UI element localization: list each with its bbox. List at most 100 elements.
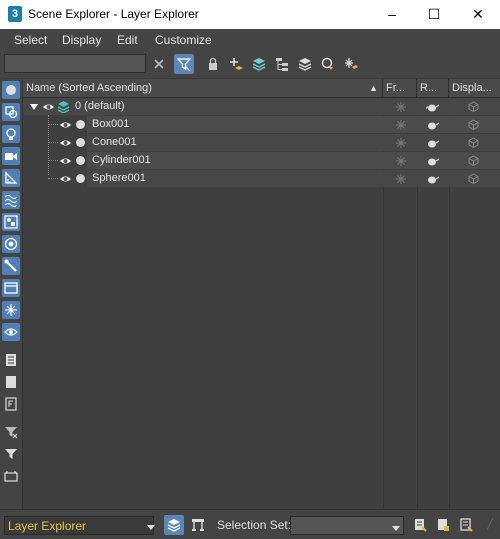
- menu-edit[interactable]: Edit: [117, 33, 138, 47]
- hierarchy-mode-icon[interactable]: [188, 515, 208, 535]
- tree-row-object[interactable]: Cylinder001: [23, 152, 500, 169]
- render-teapot-icon[interactable]: [426, 154, 439, 167]
- filter-toggle-icon[interactable]: [2, 423, 20, 441]
- spacewarps-icon[interactable]: [2, 191, 20, 209]
- eye-icon[interactable]: [59, 136, 72, 149]
- window-title: Scene Explorer - Layer Explorer: [28, 7, 199, 21]
- freeze-layer-icon[interactable]: [341, 54, 361, 74]
- helpers-icon[interactable]: [2, 169, 20, 187]
- hidden-icon[interactable]: [2, 323, 20, 341]
- column-frozen[interactable]: Fr...: [383, 79, 417, 97]
- create-set-icon[interactable]: [410, 515, 430, 535]
- remove-set-icon[interactable]: [456, 515, 476, 535]
- add-layer-icon[interactable]: [226, 54, 246, 74]
- groups-icon[interactable]: [2, 213, 20, 231]
- freeze-icon[interactable]: [394, 154, 407, 167]
- render-teapot-icon[interactable]: [426, 136, 439, 149]
- move-to-layer-icon[interactable]: [318, 54, 338, 74]
- frozen-icon[interactable]: [2, 301, 20, 319]
- display-box-icon[interactable]: [467, 172, 480, 185]
- render-teapot-icon[interactable]: [426, 100, 439, 113]
- layers-icon[interactable]: [249, 54, 269, 74]
- selection-set-label: Selection Set:: [217, 518, 292, 532]
- column-display[interactable]: Displa...: [449, 79, 500, 97]
- menu-select[interactable]: Select: [14, 33, 47, 47]
- column-name-label: Name (Sorted Ascending): [26, 82, 152, 94]
- search-input[interactable]: [4, 54, 146, 73]
- shapes-icon[interactable]: [2, 103, 20, 121]
- display-box-icon[interactable]: [467, 154, 480, 167]
- menu-bar: Select Display Edit Customize: [0, 29, 500, 51]
- clear-search-icon[interactable]: [149, 54, 169, 74]
- advanced-filter-icon[interactable]: [2, 467, 20, 485]
- display-box-icon[interactable]: [467, 100, 480, 113]
- render-teapot-icon[interactable]: [426, 118, 439, 131]
- minimize-button[interactable]: –: [372, 0, 412, 29]
- layer-stack-icon[interactable]: [295, 54, 315, 74]
- title-bar: 3 Scene Explorer - Layer Explorer – ☐ ✕: [0, 0, 500, 29]
- object-name[interactable]: Cylinder001: [92, 152, 151, 169]
- tree-line: [48, 124, 58, 125]
- object-name[interactable]: Sphere001: [92, 170, 146, 187]
- geometry-icon[interactable]: [2, 81, 20, 99]
- tree-row-layer[interactable]: 0 (default): [23, 98, 500, 115]
- select-none-icon[interactable]: [2, 373, 20, 391]
- eye-icon[interactable]: [59, 118, 72, 131]
- layer-icon: [57, 100, 70, 113]
- expand-arrow-icon[interactable]: [27, 100, 40, 113]
- edit-set-icon[interactable]: [433, 515, 453, 535]
- explorer-dropdown-icon[interactable]: [147, 520, 155, 534]
- object-sphere-icon: [74, 136, 87, 149]
- eye-icon[interactable]: [59, 154, 72, 167]
- display-box-icon[interactable]: [467, 136, 480, 149]
- display-box-icon[interactable]: [467, 118, 480, 131]
- app-icon: 3: [8, 6, 22, 22]
- select-invert-icon[interactable]: [2, 395, 20, 413]
- filter-icon[interactable]: [174, 54, 194, 74]
- freeze-icon[interactable]: [394, 136, 407, 149]
- lock-icon[interactable]: [203, 54, 223, 74]
- object-sphere-icon: [74, 172, 87, 185]
- maximize-button[interactable]: ☐: [414, 0, 454, 29]
- freeze-icon[interactable]: [394, 100, 407, 113]
- bones-icon[interactable]: [2, 257, 20, 275]
- layer-tree-panel: Name (Sorted Ascending) ▲ Fr... R... Disp…: [23, 79, 500, 509]
- containers-icon[interactable]: [2, 279, 20, 297]
- xrefs-icon[interactable]: [2, 235, 20, 253]
- column-header: Name (Sorted Ascending) ▲ Fr... R... Disp…: [23, 79, 500, 98]
- selection-set-dropdown-icon[interactable]: [392, 521, 400, 535]
- layer-mode-icon[interactable]: [164, 515, 184, 535]
- freeze-icon[interactable]: [394, 172, 407, 185]
- explorer-select[interactable]: Layer Explorer: [4, 516, 154, 535]
- tree-line: [48, 178, 58, 179]
- eye-icon[interactable]: [42, 100, 55, 113]
- object-name[interactable]: Cone001: [92, 134, 137, 151]
- toolbar: [0, 51, 500, 79]
- tree-row-object[interactable]: Sphere001: [23, 170, 500, 187]
- tree-line: [48, 142, 58, 143]
- selection-set-dropdown[interactable]: [290, 516, 404, 535]
- render-teapot-icon[interactable]: [426, 172, 439, 185]
- hierarchy-icon[interactable]: [272, 54, 292, 74]
- column-render[interactable]: R...: [417, 79, 449, 97]
- menu-display[interactable]: Display: [62, 33, 101, 47]
- eye-icon[interactable]: [59, 172, 72, 185]
- sort-arrow-icon: ▲: [369, 83, 378, 93]
- lights-icon[interactable]: [2, 125, 20, 143]
- freeze-icon[interactable]: [394, 118, 407, 131]
- layer-name[interactable]: 0 (default): [75, 98, 125, 115]
- status-bar: Layer Explorer Selection Set:: [0, 509, 500, 539]
- close-button[interactable]: ✕: [458, 0, 498, 29]
- grip-icon[interactable]: [485, 516, 495, 535]
- cameras-icon[interactable]: [2, 147, 20, 165]
- tree-row-object[interactable]: Cone001: [23, 134, 500, 151]
- object-sphere-icon: [74, 118, 87, 131]
- tree-line: [48, 160, 58, 161]
- object-name[interactable]: Box001: [92, 116, 129, 133]
- select-all-icon[interactable]: [2, 351, 20, 369]
- column-name[interactable]: Name (Sorted Ascending) ▲: [23, 79, 383, 97]
- tree-row-object[interactable]: Box001: [23, 116, 500, 133]
- object-sphere-icon: [74, 154, 87, 167]
- menu-customize[interactable]: Customize: [155, 33, 212, 47]
- filter-icon[interactable]: [2, 445, 20, 463]
